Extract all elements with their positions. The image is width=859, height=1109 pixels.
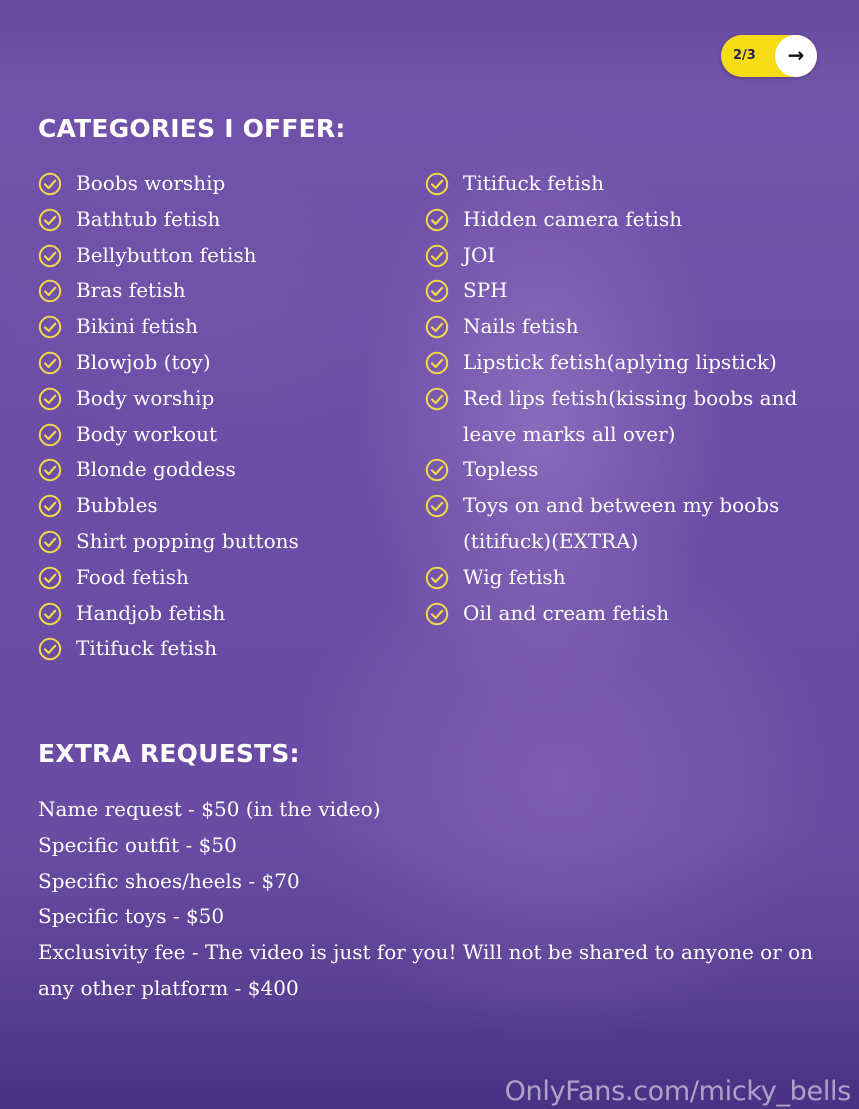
check-circle-icon [425,566,449,589]
extra-request-item: Specific shoes/heels - $70 [38,868,300,893]
extra-requests-list: Name request - $50 (in the video) Specifi… [38,792,828,1007]
category-label: Red lips fetish(kissing boobs and leave … [463,385,798,446]
category-item: JOI [425,238,825,274]
category-item: Oil and cream fetish [425,596,825,632]
next-page-button[interactable]: → [775,35,817,77]
check-circle-icon [38,244,62,267]
page-count: 2/3 [733,48,756,63]
category-item: Titifuck fetish [425,166,825,202]
category-label: Bikini fetish [76,314,199,339]
extra-request-item: Specific outfit - $50 [38,832,237,857]
check-circle-icon [38,315,62,339]
category-item: Lipstick fetish(aplying lipstick) [425,345,825,381]
category-item: Blonde goddess [38,452,410,488]
category-item: Red lips fetish(kissing boobs and leave … [425,381,825,453]
arrow-right-icon: → [787,43,805,67]
category-item: Toys on and between my boobs (titifuck)(… [425,488,825,560]
category-label: Blowjob (toy) [76,349,211,374]
category-label: Hidden camera fetish [463,206,683,231]
category-item: Topless [425,452,825,488]
category-item: Wig fetish [425,560,825,596]
check-circle-icon [425,208,449,231]
check-circle-icon [425,315,449,339]
category-item: SPH [425,273,825,309]
category-label: Shirt popping buttons [76,528,299,553]
category-label: Titifuck fetish [76,636,217,661]
check-circle-icon [425,602,449,625]
category-label: Lipstick fetish(aplying lipstick) [463,349,777,374]
category-item: Boobs worship [38,166,410,202]
categories-list-right: Titifuck fetish Hidden camera fetish JOI SP… [425,166,825,631]
check-circle-icon [425,387,449,410]
check-circle-icon [38,530,62,554]
check-circle-icon [38,387,62,410]
category-item: Handjob fetish [38,596,410,632]
category-label: Boobs worship [76,171,226,195]
extra-requests-heading: EXTRA REQUESTS: [38,739,300,768]
check-circle-icon [38,208,62,231]
category-item: Bathtub fetish [38,202,410,238]
category-item: Bras fetish [38,273,410,309]
category-item: Body workout [38,417,410,453]
check-circle-icon [38,172,62,196]
category-item: Hidden camera fetish [425,202,825,238]
check-circle-icon [38,423,62,446]
category-label: Bathtub fetish [76,206,221,231]
category-label: Nails fetish [463,314,579,339]
check-circle-icon [425,244,449,267]
check-circle-icon [38,494,62,518]
page-indicator[interactable]: 2/3 → [721,35,817,77]
category-label: Body workout [76,421,217,446]
category-label: Bellybutton fetish [76,242,257,267]
categories-list-left: Boobs worship Bathtub fetish Bellybutton f… [38,166,410,667]
category-label: Oil and cream fetish [463,600,670,625]
category-label: Bras fetish [76,278,186,303]
check-circle-icon [38,566,62,589]
category-label: SPH [463,278,508,303]
category-label: Wig fetish [463,564,566,589]
category-item: Food fetish [38,560,410,596]
extra-request-item: Exclusivity fee - The video is just for … [38,940,814,1000]
categories-heading: CATEGORIES I OFFER: [38,114,346,143]
category-item: Bikini fetish [38,309,410,345]
category-item: Bellybutton fetish [38,238,410,274]
check-circle-icon [38,280,62,303]
category-item: Nails fetish [425,309,825,345]
category-item: Shirt popping buttons [38,524,410,560]
watermark: OnlyFans.com/micky_bells [504,1076,852,1107]
extra-request-item: Specific toys - $50 [38,904,225,929]
category-item: Bubbles [38,488,410,524]
category-item: Body worship [38,381,410,417]
extra-request-item: Name request - $50 (in the video) [38,797,381,821]
category-label: Titifuck fetish [463,171,604,195]
check-circle-icon [38,602,62,625]
check-circle-icon [38,351,62,375]
check-circle-icon [425,172,449,196]
category-label: Handjob fetish [76,600,226,625]
check-circle-icon [425,494,449,518]
category-label: Toys on and between my boobs (titifuck)(… [463,493,780,553]
check-circle-icon [38,459,62,482]
check-circle-icon [425,459,449,482]
category-item: Blowjob (toy) [38,345,410,381]
category-label: Blonde goddess [76,457,236,482]
category-label: Body worship [76,385,215,410]
check-circle-icon [425,351,449,375]
category-label: Bubbles [76,493,158,518]
check-circle-icon [38,638,62,661]
check-circle-icon [425,280,449,303]
category-label: JOI [463,242,496,267]
category-item: Titifuck fetish [38,631,410,667]
category-label: Food fetish [76,564,189,589]
category-label: Topless [463,457,539,482]
